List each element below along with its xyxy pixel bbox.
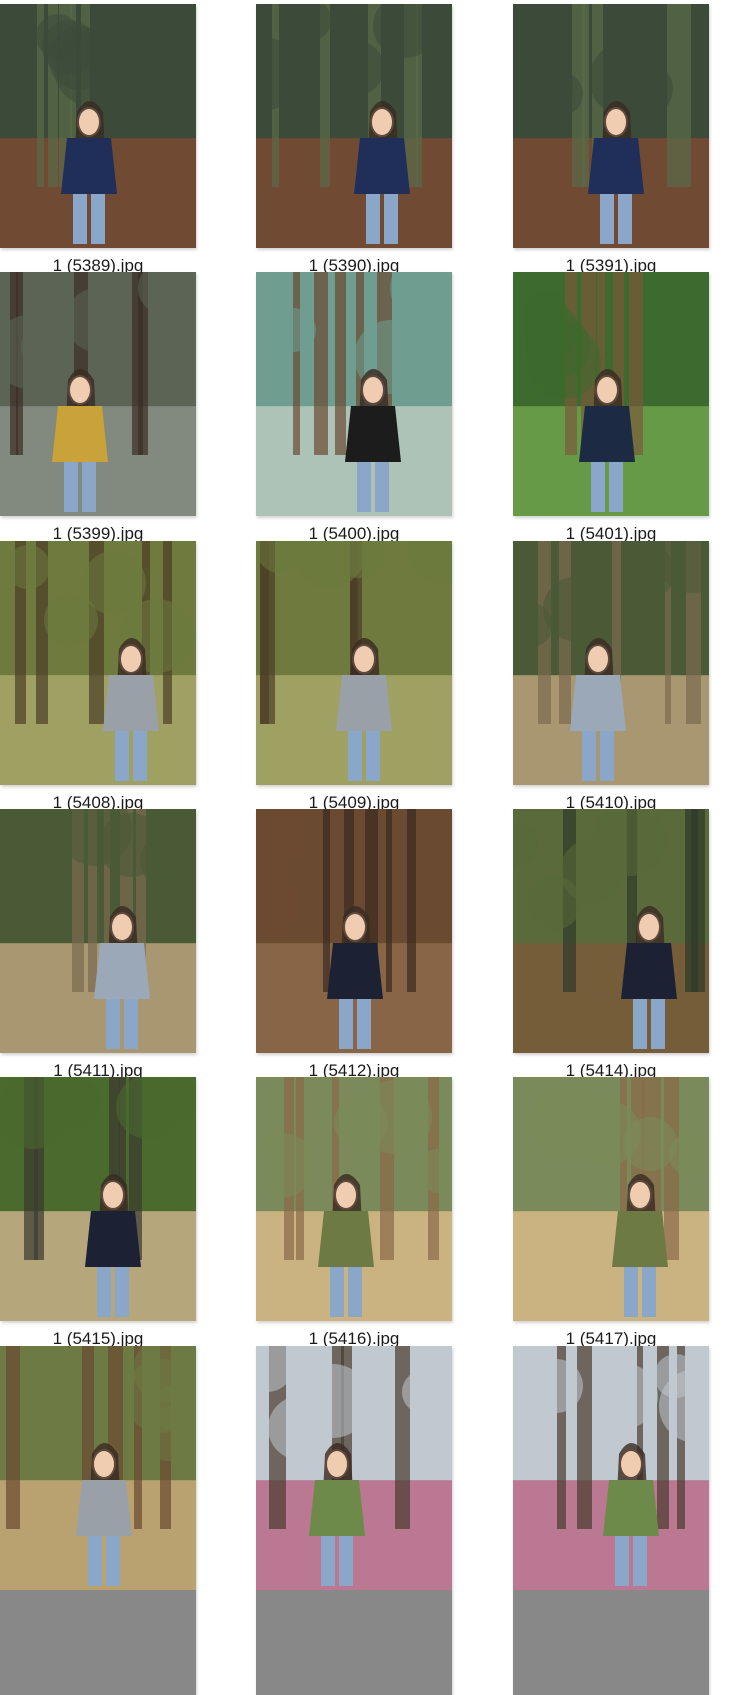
file-thumbnail[interactable] xyxy=(0,1077,196,1321)
file-thumbnail[interactable] xyxy=(256,1077,452,1321)
file-item[interactable]: 1 (5390).jpg xyxy=(256,0,456,275)
file-thumbnail[interactable] xyxy=(0,1346,196,1695)
photo-preview xyxy=(0,1346,196,1590)
photo-preview xyxy=(0,809,196,1053)
photo-preview xyxy=(513,1077,709,1321)
photo-preview xyxy=(256,809,452,1053)
photo-preview xyxy=(256,272,452,516)
file-item[interactable]: 1 (5408).jpg xyxy=(0,537,200,812)
file-item[interactable]: 1 (5401).jpg xyxy=(513,268,713,543)
photo-preview xyxy=(0,1077,196,1321)
file-item[interactable]: 1 (5399).jpg xyxy=(0,268,200,543)
photo-preview xyxy=(0,541,196,785)
file-thumbnail[interactable] xyxy=(0,809,196,1053)
file-item[interactable] xyxy=(256,1342,456,1695)
file-item[interactable]: 1 (5416).jpg xyxy=(256,1073,456,1348)
file-thumbnail[interactable] xyxy=(0,541,196,785)
file-thumbnail[interactable] xyxy=(513,272,709,516)
photo-preview xyxy=(256,4,452,248)
file-item[interactable]: 1 (5411).jpg xyxy=(0,805,200,1080)
file-item[interactable]: 1 (5410).jpg xyxy=(513,537,713,812)
photo-preview xyxy=(256,1077,452,1321)
photo-preview xyxy=(513,541,709,785)
file-thumbnail[interactable] xyxy=(513,1077,709,1321)
file-item[interactable] xyxy=(513,1342,713,1695)
file-thumbnail[interactable] xyxy=(256,1346,452,1695)
file-thumbnail[interactable] xyxy=(513,809,709,1053)
file-thumbnail[interactable] xyxy=(256,4,452,248)
file-thumbnail[interactable] xyxy=(0,4,196,248)
photo-preview xyxy=(0,4,196,248)
photo-preview xyxy=(513,1346,709,1590)
file-item[interactable]: 1 (5400).jpg xyxy=(256,268,456,543)
file-thumbnail[interactable] xyxy=(256,541,452,785)
file-item[interactable]: 1 (5391).jpg xyxy=(513,0,713,275)
photo-preview xyxy=(513,4,709,248)
photo-preview xyxy=(0,272,196,516)
photo-preview xyxy=(256,1346,452,1590)
file-item[interactable]: 1 (5414).jpg xyxy=(513,805,713,1080)
photo-preview xyxy=(256,541,452,785)
file-thumbnail[interactable] xyxy=(513,541,709,785)
file-thumbnail[interactable] xyxy=(256,272,452,516)
file-item[interactable]: 1 (5389).jpg xyxy=(0,0,200,275)
file-grid: 1 (5389).jpg 1 (5390).jpg 1 (5391).jpg 1 (5… xyxy=(0,0,752,1695)
file-item[interactable]: 1 (5417).jpg xyxy=(513,1073,713,1348)
photo-preview xyxy=(513,809,709,1053)
file-thumbnail[interactable] xyxy=(513,1346,709,1695)
file-item[interactable] xyxy=(0,1342,200,1695)
file-item[interactable]: 1 (5409).jpg xyxy=(256,537,456,812)
file-thumbnail[interactable] xyxy=(513,4,709,248)
file-thumbnail[interactable] xyxy=(256,809,452,1053)
file-thumbnail[interactable] xyxy=(0,272,196,516)
file-item[interactable]: 1 (5412).jpg xyxy=(256,805,456,1080)
photo-preview xyxy=(513,272,709,516)
file-item[interactable]: 1 (5415).jpg xyxy=(0,1073,200,1348)
